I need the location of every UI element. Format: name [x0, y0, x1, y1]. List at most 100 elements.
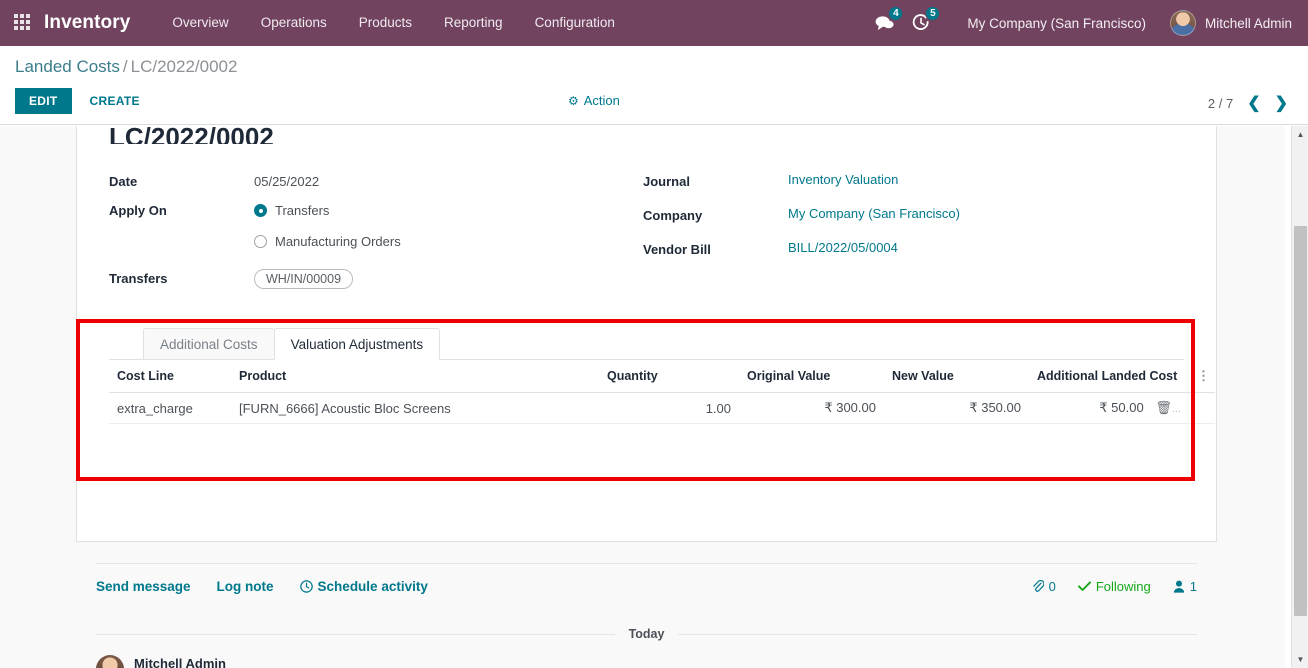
page-title: LC/2022/0002: [109, 126, 274, 144]
followers-count: 1: [1189, 579, 1197, 594]
row-overflow-ellipsis: ...: [1171, 403, 1181, 415]
field-vendor-bill-label: Vendor Bill: [643, 242, 711, 257]
avatar: [96, 655, 124, 668]
field-vendor-bill-row: Vendor Bill BILL/2022/05/0004: [643, 240, 1177, 268]
transfer-tag[interactable]: WH/IN/00009: [254, 269, 354, 289]
apps-grid-icon[interactable]: [14, 14, 32, 32]
radio-option-transfers[interactable]: Transfers: [254, 201, 401, 218]
table-head: Cost Line Product Quantity Original Valu…: [109, 360, 1215, 393]
chevron-right-icon[interactable]: ❯: [1275, 93, 1288, 113]
breadcrumb: Landed Costs / LC/2022/0002: [15, 57, 237, 77]
nav-item-operations[interactable]: Operations: [245, 0, 343, 46]
optional-columns-toggle[interactable]: ⋮: [1189, 360, 1215, 393]
field-apply-on-row: Apply On Transfers Manufacturing Orders: [109, 201, 643, 249]
odoo-inventory-landed-cost-page: Inventory Overview Operations Products R…: [0, 0, 1308, 668]
pager-value: 2 / 7: [1207, 95, 1234, 111]
attachments-button[interactable]: 0: [1032, 579, 1056, 594]
nav-item-configuration[interactable]: Configuration: [519, 0, 631, 46]
tab-valuation-adjustments[interactable]: Valuation Adjustments: [273, 328, 441, 360]
field-vendor-bill-value[interactable]: BILL/2022/05/0004: [788, 240, 898, 255]
chatter-toolbar: Send message Log note Schedule activity …: [96, 563, 1197, 603]
attachments-count: 0: [1048, 579, 1056, 594]
vertical-scrollbar[interactable]: ▲ ▼: [1291, 126, 1308, 668]
radio-transfers-icon[interactable]: [254, 204, 267, 217]
field-transfers-label: Transfers: [109, 271, 168, 286]
radio-manufacturing-orders-icon[interactable]: [254, 235, 267, 248]
chatter-message: Mitchell Admin: [96, 655, 1197, 668]
following-button[interactable]: Following: [1077, 579, 1151, 594]
caret-down-icon[interactable]: ▼: [1292, 651, 1308, 668]
field-date-row: Date 05/25/2022: [109, 172, 643, 200]
messages-button[interactable]: 4: [875, 0, 904, 46]
send-message-button[interactable]: Send message: [96, 579, 191, 594]
form-sheet: LC/2022/0002 Date 05/25/2022 Apply On Tr…: [76, 126, 1217, 542]
chevron-left-icon[interactable]: ❮: [1247, 93, 1260, 113]
transfers-tag-list: WH/IN/00009: [254, 269, 354, 289]
column-header-original-value[interactable]: Original Value: [739, 360, 884, 393]
following-label: Following: [1095, 579, 1151, 594]
edit-button[interactable]: EDIT: [15, 88, 72, 114]
message-author: Mitchell Admin: [134, 656, 226, 668]
log-note-button[interactable]: Log note: [217, 579, 274, 594]
field-journal-value[interactable]: Inventory Valuation: [788, 172, 898, 187]
top-navbar: Inventory Overview Operations Products R…: [0, 0, 1308, 46]
user-menu[interactable]: Mitchell Admin: [1169, 10, 1298, 36]
form-fields-grid: Date 05/25/2022 Apply On Transfers Manuf…: [109, 172, 1184, 298]
followers-button[interactable]: 1: [1173, 579, 1197, 594]
action-menu-label: Action: [583, 93, 620, 108]
field-transfers-row: Transfers WH/IN/00009: [109, 269, 643, 297]
chatter: Send message Log note Schedule activity …: [76, 563, 1217, 668]
create-button[interactable]: CREATE: [78, 88, 152, 114]
record-pager: 2 / 7 ❮ ❯: [1208, 93, 1288, 113]
nav-item-reporting[interactable]: Reporting: [428, 0, 519, 46]
user-name: Mitchell Admin: [1204, 15, 1292, 31]
schedule-activity-label: Schedule activity: [317, 579, 428, 594]
field-journal-row: Journal Inventory Valuation: [643, 172, 1177, 200]
field-journal-label: Journal: [643, 174, 690, 189]
field-company-label: Company: [643, 208, 703, 223]
message-body: Mitchell Admin: [134, 655, 234, 668]
nav-item-products[interactable]: Products: [343, 0, 428, 46]
vertical-dots-icon: ⋮: [1197, 368, 1210, 383]
nav-item-overview[interactable]: Overview: [156, 0, 244, 46]
column-header-cost-line[interactable]: Cost Line: [109, 360, 231, 393]
radio-manufacturing-orders-label: Manufacturing Orders: [275, 234, 401, 249]
field-company-value[interactable]: My Company (San Francisco): [788, 206, 960, 221]
app-brand-inventory[interactable]: Inventory: [44, 12, 130, 34]
record-action-buttons: EDIT CREATE: [15, 88, 152, 114]
form-column-left: Date 05/25/2022 Apply On Transfers Manuf…: [109, 172, 643, 298]
trash-icon[interactable]: 🗑: [1155, 400, 1172, 415]
notebook: Additional Costs Valuation Adjustments C…: [109, 328, 1215, 486]
valuation-adjustments-table: Cost Line Product Quantity Original Valu…: [109, 360, 1215, 424]
caret-up-icon[interactable]: ▲: [1292, 126, 1308, 143]
scrollbar-thumb[interactable]: [1294, 226, 1307, 616]
field-date-value: 05/25/2022: [254, 174, 320, 189]
apply-on-radio-group: Transfers Manufacturing Orders: [254, 201, 401, 249]
day-separator: Today: [96, 627, 1198, 641]
company-switcher[interactable]: My Company (San Francisco): [967, 16, 1146, 31]
column-header-product[interactable]: Product: [231, 360, 599, 393]
column-header-new-value[interactable]: New Value: [884, 360, 1029, 393]
person-icon: [1173, 580, 1184, 593]
separator-line-left: [96, 633, 615, 635]
chatter-status-group: 0 Following 1: [1032, 579, 1197, 594]
separator-line-right: [678, 633, 1198, 635]
schedule-activity-button[interactable]: Schedule activity: [299, 579, 428, 594]
breadcrumb-root[interactable]: Landed Costs: [15, 57, 120, 76]
table-row[interactable]: extra_charge [FURN_6666] Acoustic Bloc S…: [109, 392, 1215, 424]
form-scroll-area: LC/2022/0002 Date 05/25/2022 Apply On Tr…: [0, 126, 1308, 668]
activities-button[interactable]: 5: [912, 0, 941, 46]
column-header-quantity[interactable]: Quantity: [599, 360, 739, 393]
action-menu-button[interactable]: ⚙ Action: [568, 93, 620, 108]
table-header-row: Cost Line Product Quantity Original Valu…: [109, 360, 1215, 393]
tab-additional-costs[interactable]: Additional Costs: [143, 328, 275, 360]
table-empty-filler: [109, 424, 1184, 486]
column-header-additional-landed-cost[interactable]: Additional Landed Cost: [1029, 360, 1189, 393]
cell-row-options: [1189, 392, 1215, 424]
cell-original-value: ₹ 300.00: [739, 392, 884, 424]
radio-option-manufacturing-orders[interactable]: Manufacturing Orders: [254, 232, 401, 249]
breadcrumb-current: LC/2022/0002: [130, 57, 238, 76]
check-icon: [1077, 581, 1091, 591]
cell-additional-landed-cost-value: ₹ 50.00: [1099, 400, 1144, 415]
activities-badge: 5: [925, 6, 941, 21]
